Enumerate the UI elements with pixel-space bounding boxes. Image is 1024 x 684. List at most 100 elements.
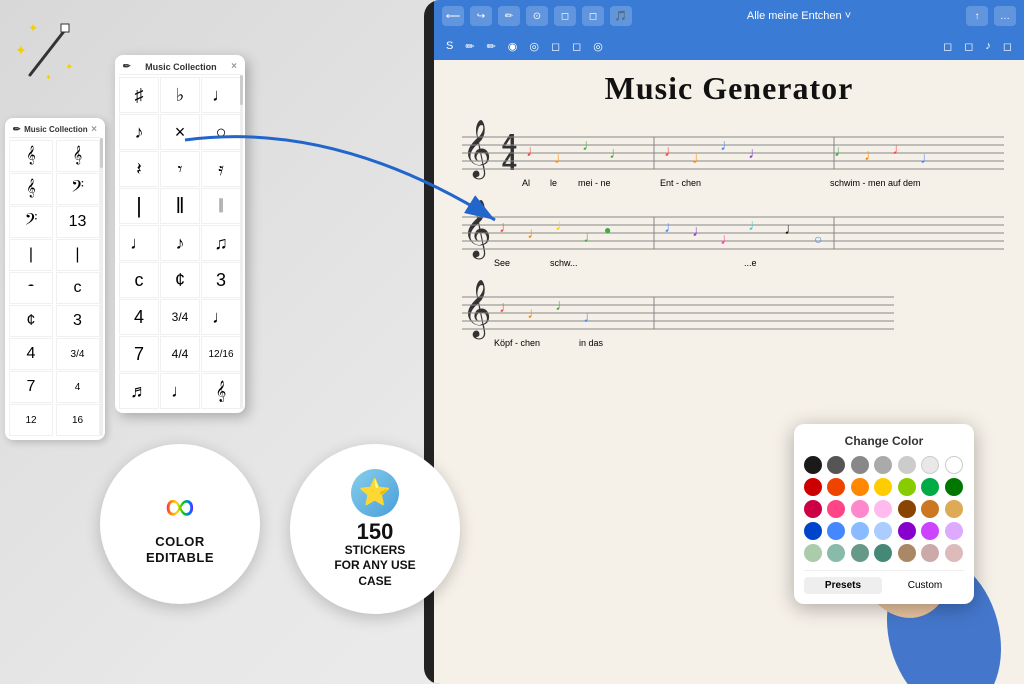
- color-swatch[interactable]: [804, 478, 822, 496]
- color-swatch[interactable]: [851, 456, 869, 474]
- back-button[interactable]: ⟵: [442, 6, 464, 26]
- tool-button[interactable]: ✏: [498, 6, 520, 26]
- list-item[interactable]: 13: [56, 206, 100, 238]
- toolbar-icon[interactable]: ✏: [483, 38, 500, 55]
- list-item[interactable]: 𝄢: [56, 173, 100, 205]
- toolbar-icon[interactable]: ◻: [960, 38, 977, 55]
- color-swatch[interactable]: [921, 478, 939, 496]
- list-item[interactable]: 𝄞: [201, 373, 241, 409]
- list-item[interactable]: ♪: [160, 225, 200, 261]
- toolbar-icon[interactable]: ◎: [589, 38, 607, 55]
- color-swatch[interactable]: [874, 456, 892, 474]
- toolbar-icon[interactable]: ◻: [547, 38, 564, 55]
- list-item[interactable]: 3: [56, 305, 100, 337]
- list-item[interactable]: 7: [9, 371, 53, 403]
- tool-button[interactable]: ◻: [554, 6, 576, 26]
- list-item[interactable]: 𝄿: [201, 151, 241, 187]
- list-item[interactable]: 3: [201, 262, 241, 298]
- list-item[interactable]: ×: [160, 114, 200, 150]
- toolbar-icon[interactable]: S: [442, 38, 457, 54]
- list-item[interactable]: ♫: [201, 225, 241, 261]
- color-swatch[interactable]: [921, 500, 939, 518]
- presets-tab[interactable]: Presets: [804, 577, 882, 594]
- list-item[interactable]: 𝄞: [56, 140, 100, 172]
- color-swatch[interactable]: [945, 522, 963, 540]
- list-item[interactable]: c: [119, 262, 159, 298]
- list-item[interactable]: 𝄽: [119, 151, 159, 187]
- list-item[interactable]: ♩: [160, 373, 200, 409]
- color-swatch[interactable]: [898, 500, 916, 518]
- color-swatch[interactable]: [921, 522, 939, 540]
- list-item[interactable]: ♬: [119, 373, 159, 409]
- color-swatch[interactable]: [945, 478, 963, 496]
- list-item[interactable]: 𝄞: [9, 140, 53, 172]
- list-item[interactable]: 𝄞: [9, 173, 53, 205]
- color-swatch[interactable]: [874, 544, 892, 562]
- toolbar-icon[interactable]: ◻: [568, 38, 585, 55]
- custom-tab[interactable]: Custom: [886, 577, 964, 594]
- list-item[interactable]: 𝄁: [201, 188, 241, 224]
- list-item[interactable]: ♯: [119, 77, 159, 113]
- color-swatch[interactable]: [874, 500, 892, 518]
- toolbar-icon[interactable]: ♪: [981, 38, 995, 54]
- forward-button[interactable]: ↪: [470, 6, 492, 26]
- list-item[interactable]: |: [56, 239, 100, 271]
- small-panel-close[interactable]: ×: [91, 124, 97, 135]
- list-item[interactable]: ♪: [119, 114, 159, 150]
- color-swatch[interactable]: [945, 456, 963, 474]
- list-item[interactable]: 4: [56, 371, 100, 403]
- tool-button[interactable]: ◻: [582, 6, 604, 26]
- color-swatch[interactable]: [804, 500, 822, 518]
- color-swatch[interactable]: [804, 544, 822, 562]
- list-item[interactable]: 𝄾: [160, 151, 200, 187]
- list-item[interactable]: c: [56, 272, 100, 304]
- list-item[interactable]: ○: [201, 114, 241, 150]
- list-item[interactable]: ♩: [201, 299, 241, 335]
- color-swatch[interactable]: [851, 500, 869, 518]
- list-item[interactable]: 12: [9, 404, 53, 436]
- share-button[interactable]: ↑: [966, 6, 988, 26]
- list-item[interactable]: ¢: [9, 305, 53, 337]
- list-item[interactable]: ♩: [119, 225, 159, 261]
- list-item[interactable]: 4/4: [160, 336, 200, 372]
- toolbar-icon[interactable]: ◎: [525, 38, 543, 55]
- color-swatch[interactable]: [898, 456, 916, 474]
- list-item[interactable]: ♩: [201, 77, 241, 113]
- large-panel-close[interactable]: ×: [231, 61, 237, 72]
- toolbar-icon[interactable]: ◻: [999, 38, 1016, 55]
- tool-button[interactable]: ⊙: [526, 6, 548, 26]
- toolbar-icon[interactable]: ◉: [504, 38, 522, 55]
- toolbar-icon[interactable]: ◻: [939, 38, 956, 55]
- list-item[interactable]: 12/16: [201, 336, 241, 372]
- list-item[interactable]: ♭: [160, 77, 200, 113]
- list-item[interactable]: 3/4: [160, 299, 200, 335]
- list-item[interactable]: 16: [56, 404, 100, 436]
- color-swatch[interactable]: [804, 456, 822, 474]
- color-swatch[interactable]: [945, 500, 963, 518]
- color-swatch[interactable]: [874, 522, 892, 540]
- list-item[interactable]: 𝄢: [9, 206, 53, 238]
- color-swatch[interactable]: [827, 456, 845, 474]
- color-swatch[interactable]: [827, 500, 845, 518]
- list-item[interactable]: |: [119, 188, 159, 224]
- color-swatch[interactable]: [827, 522, 845, 540]
- color-swatch[interactable]: [898, 522, 916, 540]
- list-item[interactable]: 4: [119, 299, 159, 335]
- color-swatch[interactable]: [874, 478, 892, 496]
- tool-button[interactable]: 🎵: [610, 6, 632, 26]
- color-swatch[interactable]: [804, 522, 822, 540]
- color-swatch[interactable]: [827, 478, 845, 496]
- list-item[interactable]: 7: [119, 336, 159, 372]
- list-item[interactable]: ¢: [160, 262, 200, 298]
- color-swatch[interactable]: [945, 544, 963, 562]
- color-swatch[interactable]: [851, 522, 869, 540]
- more-button[interactable]: …: [994, 6, 1016, 26]
- color-swatch[interactable]: [921, 456, 939, 474]
- list-item[interactable]: |: [9, 239, 53, 271]
- color-swatch[interactable]: [898, 478, 916, 496]
- list-item[interactable]: 𝄼: [9, 272, 53, 304]
- color-swatch[interactable]: [851, 544, 869, 562]
- list-item[interactable]: 3/4: [56, 338, 100, 370]
- color-swatch[interactable]: [851, 478, 869, 496]
- color-swatch[interactable]: [898, 544, 916, 562]
